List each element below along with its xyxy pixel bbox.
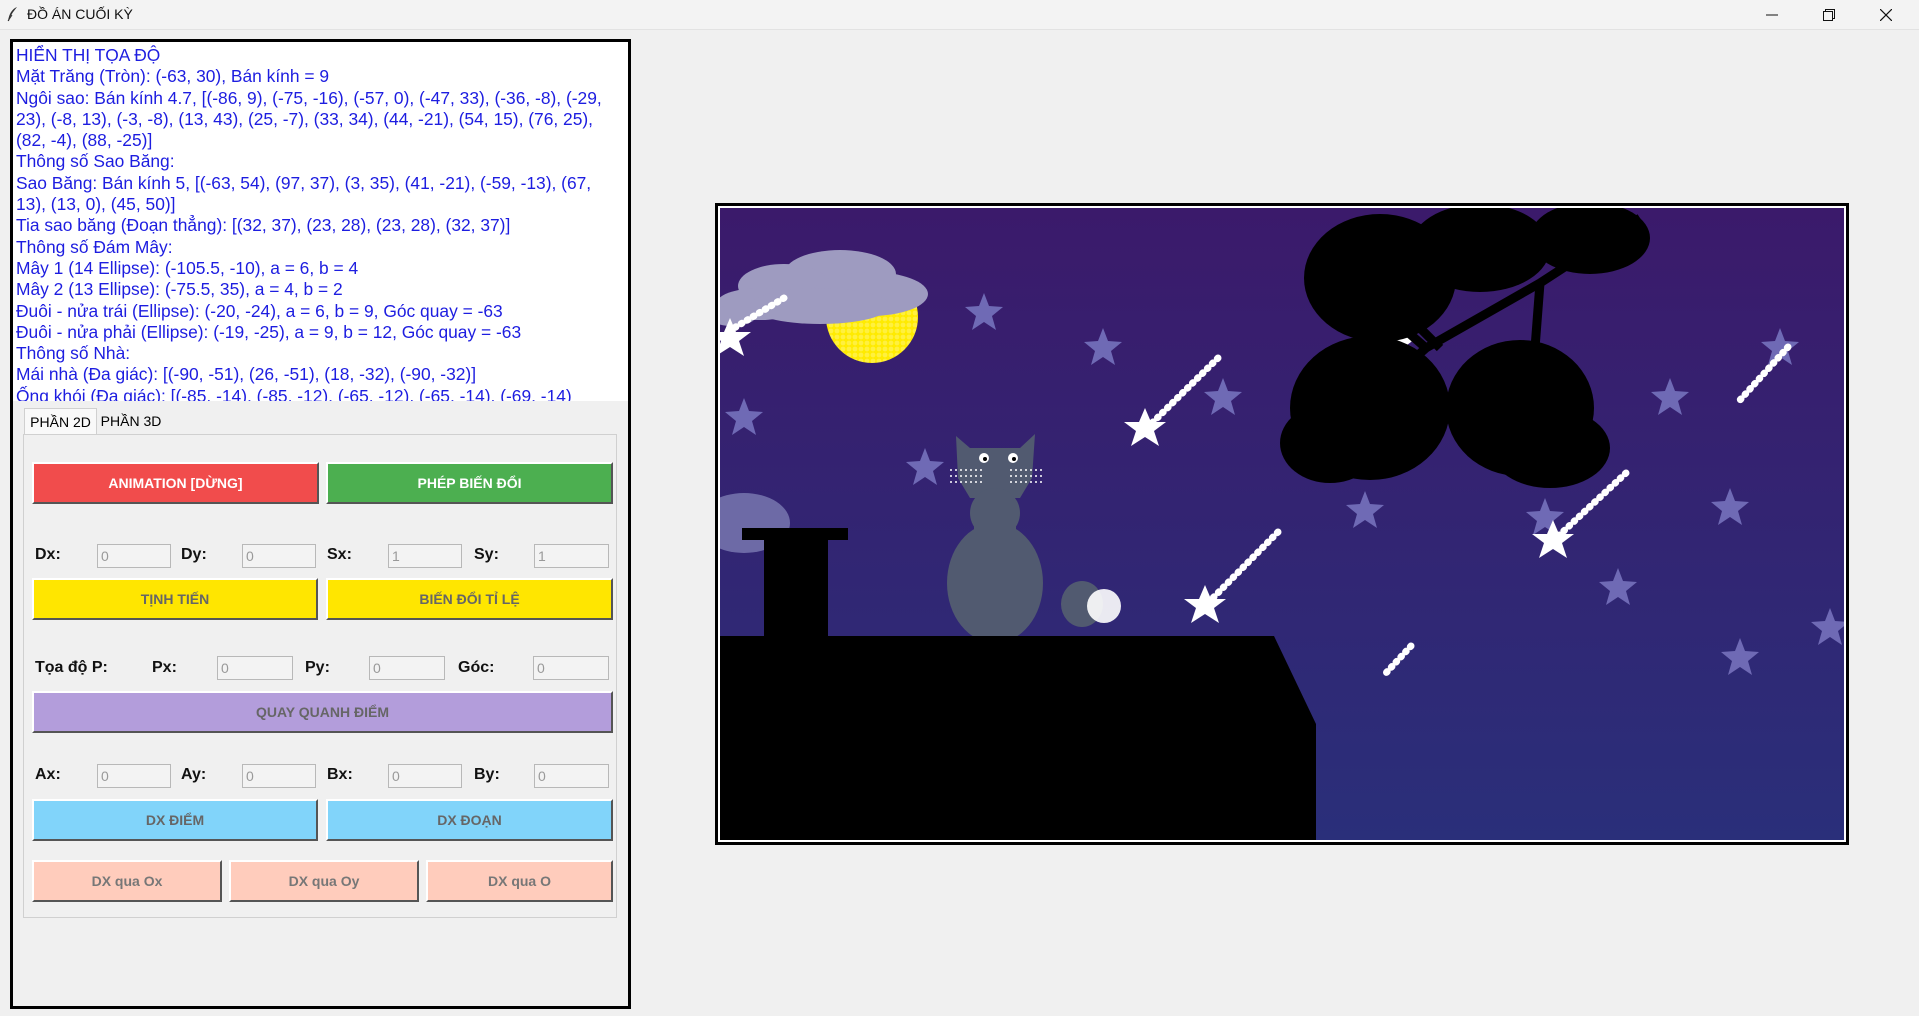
feather-icon [7,7,17,22]
restore-icon [1823,8,1835,21]
coords-line: Sao Băng: Bán kính 5, [(-63, 54), (97, 3… [16,172,592,193]
coords-line: Ngôi sao: Bán kính 4.7, [(-86, 9), (-75,… [16,87,602,108]
by-input[interactable]: 0 [534,764,609,788]
minimize-icon [1766,14,1778,15]
coords-line: Mặt Trăng (Tròn): (-63, 30), Bán kính = … [16,66,330,87]
px-label: Px: [152,659,177,676]
coords-line: Mây 1 (14 Ellipse): (-105.5, -10), a = 6… [16,257,359,278]
ax-input[interactable]: 0 [97,764,171,788]
coords-line: 23), (-8, 13), (-3, -8), (13, 43), (25, … [16,108,594,129]
coords-line: 13), (13, 0), (45, 50)] [16,194,176,215]
coords-line: Thông số Sao Băng: [16,151,175,172]
angle-input[interactable]: 0 [533,656,609,680]
coords-line: Thông số Nhà: [16,343,131,364]
coords-line: Thông số Đám Mây: [16,236,173,257]
bx-label: Bx: [327,766,353,783]
ay-label: Ay: [181,766,207,783]
coordinate-display[interactable]: HIỂN THỊ TỌA ĐỘ Mặt Trăng (Tròn): (-63, 3… [13,42,628,401]
tab-2d[interactable]: PHẦN 2D [24,408,97,435]
by-label: By: [474,766,500,783]
window-title: ĐỒ ÁN CUỐI KỲ [27,6,133,22]
close-button[interactable] [1858,0,1914,29]
title-bar: ĐỒ ÁN CUỐI KỲ [0,0,1919,30]
sx-label: Sx: [327,546,352,563]
coords-line: Mây 2 (13 Ellipse): (-75.5, 35), a = 4, … [16,279,343,300]
coords-line: (82, -4), (88, -25)] [16,130,153,151]
dx-input[interactable]: 0 [97,544,171,568]
point-p-label: Tọa độ P: [35,659,108,676]
coords-heading: HIỂN THỊ TỌA ĐỘ [16,45,161,65]
py-label: Py: [305,659,330,676]
left-panel: HIỂN THỊ TỌA ĐỘ Mặt Trăng (Tròn): (-63, 3… [10,39,631,1009]
bx-input[interactable]: 0 [388,764,462,788]
dy-input[interactable]: 0 [242,544,316,568]
sy-input[interactable]: 1 [534,544,609,568]
scene [720,208,1844,840]
dx-label: Dx: [35,546,61,563]
px-input[interactable]: 0 [217,656,293,680]
dy-label: Dy: [181,546,207,563]
reflect-ox-button[interactable]: DX qua Ox [32,860,222,902]
animation-button[interactable]: ANIMATION [DỪNG] [32,462,319,504]
transform-button[interactable]: PHÉP BIẾN ĐỔI [326,462,613,504]
coords-line: Đuôi - nửa phải (Ellipse): (-19, -25), a… [16,321,522,342]
py-input[interactable]: 0 [369,656,445,680]
tab-2d-panel: ANIMATION [DỪNG] PHÉP BIẾN ĐỔI Dx: 0 Dy:… [23,434,617,918]
coords-line: Ống khói (Đa giác): [(-85, -14), (-85, -… [16,385,572,401]
translate-button[interactable]: TỊNH TIẾN [32,578,318,620]
close-icon [1880,8,1892,21]
minimize-button[interactable] [1744,0,1800,29]
roof [720,636,1316,840]
angle-label: Góc: [458,659,495,676]
coords-line: Tia sao băng (Đoạn thẳng): [(32, 37), (2… [16,215,511,236]
coords-line: Mái nhà (Đa giác): [(-90, -51), (26, -51… [16,364,477,385]
drawing-canvas[interactable] [715,203,1849,845]
rotate-button[interactable]: QUAY QUANH ĐIỂM [32,691,613,733]
reflect-segment-button[interactable]: DX ĐOẠN [326,799,613,841]
ay-input[interactable]: 0 [242,764,316,788]
reflect-o-button[interactable]: DX qua O [426,860,613,902]
scale-button[interactable]: BIẾN ĐỔI TỈ LỆ [326,578,613,620]
ax-label: Ax: [35,766,61,783]
restore-button[interactable] [1801,0,1857,29]
reflect-oy-button[interactable]: DX qua Oy [229,860,419,902]
sy-label: Sy: [474,546,499,563]
coords-line: Đuôi - nửa trái (Ellipse): (-20, -24), a… [16,300,503,321]
sx-input[interactable]: 1 [388,544,462,568]
tab-3d[interactable]: PHẦN 3D [97,408,165,434]
reflect-point-button[interactable]: DX ĐIỂM [32,799,318,841]
